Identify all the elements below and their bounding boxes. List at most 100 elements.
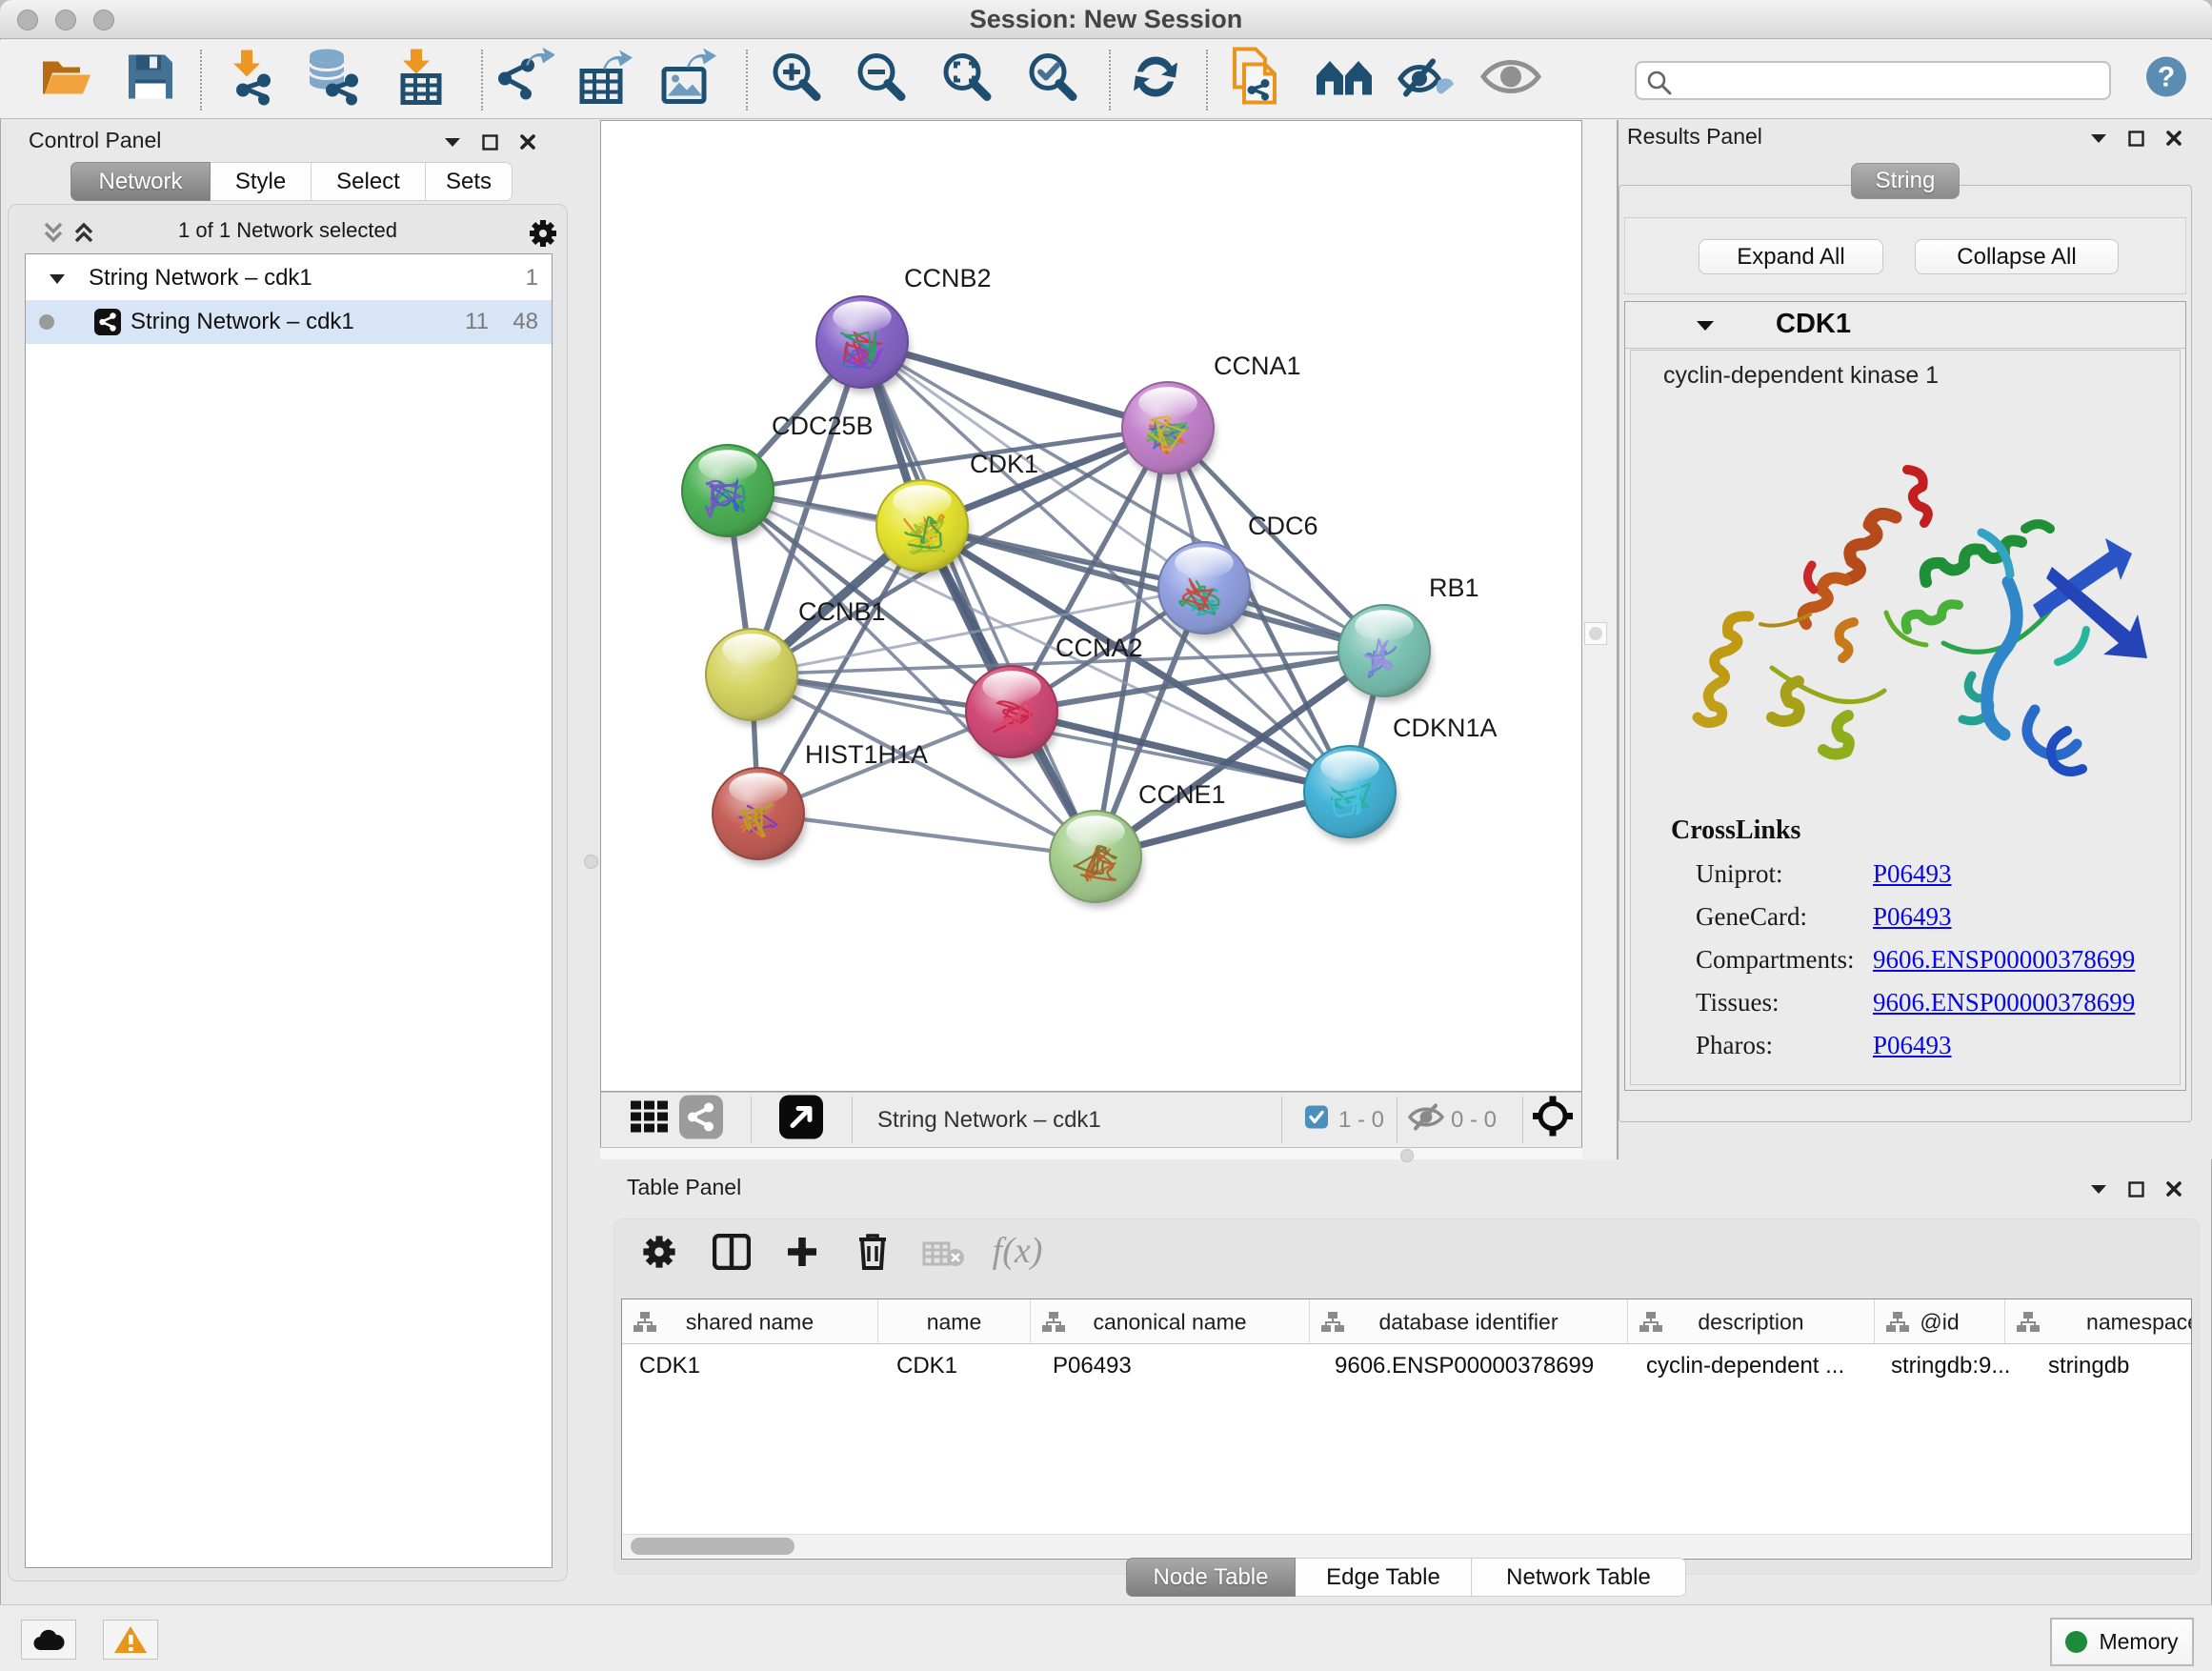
splitter-handle[interactable] [1584, 622, 1607, 645]
close-panel-icon[interactable] [2165, 1180, 2182, 1198]
save-session-icon[interactable] [125, 51, 176, 108]
birds-eye-view-icon[interactable] [1532, 1096, 1574, 1142]
delete-column-icon[interactable] [855, 1232, 890, 1277]
import-table-from-file-icon[interactable] [393, 48, 445, 111]
float-panel-icon[interactable] [2128, 1181, 2144, 1198]
search-input[interactable] [1679, 65, 2098, 96]
scrollbar-thumb[interactable] [631, 1538, 794, 1555]
float-panel-icon[interactable] [482, 134, 498, 151]
node-RB1[interactable]: RB1 [1338, 574, 1479, 702]
node-CCNA1[interactable]: CCNA1 [1122, 352, 1301, 479]
edge-CCNB2-CCNE1[interactable] [862, 342, 1096, 856]
table-cell-namespace[interactable]: stringdb [2048, 1344, 2191, 1387]
export-table-icon[interactable] [576, 49, 633, 111]
close-panel-icon[interactable] [2165, 130, 2182, 147]
tab-edge-table[interactable]: Edge Table [1296, 1558, 1472, 1597]
table-cell-canonical-name[interactable]: P06493 [1053, 1344, 1310, 1387]
column-header-database-identifier[interactable]: database identifier [1310, 1299, 1628, 1344]
hide-selected-icon[interactable] [1397, 52, 1458, 107]
tab-string[interactable]: String [1851, 163, 1960, 199]
node-CDKN1A[interactable]: CDKN1A [1304, 714, 1498, 843]
toolbar-divider [852, 1097, 853, 1143]
collapse-all-button[interactable]: Collapse All [1915, 239, 2119, 274]
table-settings-gear-icon[interactable] [641, 1234, 677, 1275]
splitter-handle[interactable] [584, 855, 598, 869]
gene-section-header[interactable]: CDK1 [1625, 302, 2185, 349]
edge-HIST1H1A-CCNE1[interactable] [758, 814, 1096, 856]
horizontal-scrollbar[interactable] [623, 1534, 2191, 1558]
show-all-icon[interactable] [1479, 56, 1542, 103]
tab-node-table[interactable]: Node Table [1126, 1558, 1296, 1597]
network-options-gear-icon[interactable] [528, 218, 558, 249]
column-header-label: @id [1875, 1309, 2004, 1335]
tab-select[interactable]: Select [312, 162, 426, 201]
open-file-icon[interactable] [39, 52, 94, 107]
table-row[interactable]: CDK1 CDK1 P06493 9606.ENSP00000378699 cyclin… [622, 1344, 2191, 1387]
node-label: CCNA2 [1056, 634, 1143, 662]
collapse-panel-icon[interactable] [2090, 1183, 2107, 1195]
network-collection-row[interactable]: String Network – cdk1 1 [26, 256, 552, 300]
network-edge-count: 48 [513, 309, 538, 335]
zoom-fit-icon[interactable] [939, 50, 995, 110]
table-cell--id[interactable]: stringdb:9... [1891, 1344, 2005, 1387]
zoom-in-icon[interactable] [769, 50, 824, 110]
column-header-shared-name[interactable]: shared name [622, 1299, 878, 1344]
split-table-icon[interactable] [713, 1234, 751, 1275]
tab-network-table[interactable]: Network Table [1472, 1558, 1686, 1597]
export-network-icon[interactable] [497, 49, 554, 111]
node-CCNB1[interactable]: CCNB1 [706, 597, 886, 726]
edge-CDK1-RB1[interactable] [922, 526, 1384, 651]
close-panel-icon[interactable] [519, 133, 536, 151]
help-icon[interactable]: ? [2144, 55, 2188, 104]
refresh-icon[interactable] [1128, 51, 1183, 108]
column-header-namespace[interactable]: namespace [2005, 1299, 2191, 1344]
table-cell-database-identifier[interactable]: 9606.ENSP00000378699 [1335, 1344, 1628, 1387]
copy-network-icon[interactable] [1229, 48, 1282, 111]
import-network-from-file-icon[interactable] [222, 49, 277, 111]
toolbar-divider [1109, 50, 1111, 111]
tab-network[interactable]: Network [70, 162, 211, 201]
collapse-panel-icon[interactable] [444, 136, 461, 148]
share-view-icon[interactable] [679, 1096, 723, 1144]
node-CCNE1[interactable]: CCNE1 [1050, 780, 1226, 908]
expand-all-button[interactable]: Expand All [1699, 239, 1883, 274]
float-panel-icon[interactable] [2128, 131, 2144, 147]
table-cell-shared-name[interactable]: CDK1 [639, 1344, 878, 1387]
memory-button[interactable]: Memory [2050, 1618, 2194, 1666]
collapse-gene-icon[interactable] [1696, 319, 1715, 332]
horizontal-splitter[interactable] [600, 1148, 1582, 1159]
table-cell-name[interactable]: CDK1 [896, 1344, 1031, 1387]
hidden-eye-icon[interactable] [1407, 1102, 1445, 1137]
zoom-out-icon[interactable] [854, 50, 909, 110]
column-header-description[interactable]: description [1628, 1299, 1875, 1344]
tab-style[interactable]: Style [211, 162, 312, 201]
column-header--id[interactable]: @id [1875, 1299, 2005, 1344]
table-cell-description[interactable]: cyclin-dependent ... [1646, 1344, 1875, 1387]
node-CDC25B[interactable]: CDC25B [682, 412, 874, 542]
collapse-panel-icon[interactable] [2090, 132, 2107, 144]
selected-nodes-checkbox-icon[interactable] [1305, 1106, 1328, 1134]
crosslink-link[interactable]: 9606.ENSP00000378699 [1873, 988, 2135, 1017]
network-row[interactable]: String Network – cdk1 11 48 [26, 300, 552, 344]
first-neighbors-icon[interactable] [1315, 53, 1376, 106]
cloud-button[interactable] [21, 1620, 76, 1660]
tab-sets[interactable]: Sets [426, 162, 513, 201]
crosslink-link[interactable]: P06493 [1873, 1031, 1952, 1060]
column-header-canonical-name[interactable]: canonical name [1031, 1299, 1310, 1344]
column-header-name[interactable]: name [878, 1299, 1031, 1344]
open-in-new-window-icon[interactable] [779, 1096, 823, 1144]
node-HIST1H1A[interactable]: HIST1H1A [713, 740, 928, 865]
crosslink-link[interactable]: 9606.ENSP00000378699 [1873, 945, 2135, 975]
warnings-button[interactable] [103, 1620, 158, 1660]
vertical-splitter[interactable] [1582, 120, 1617, 1159]
zoom-selected-icon[interactable] [1025, 50, 1080, 110]
network-canvas[interactable]: CCNB2CCNA1CDC25BCDK1CDC6RB1CCNB1CCNA2CDK… [600, 120, 1582, 1092]
network-list-header: 1 of 1 Network selected [9, 214, 567, 252]
import-network-from-database-icon[interactable] [302, 49, 361, 111]
add-column-icon[interactable] [784, 1234, 820, 1275]
export-image-icon[interactable] [658, 49, 717, 111]
grid-view-icon[interactable] [630, 1097, 670, 1142]
crosslink-link[interactable]: P06493 [1873, 902, 1952, 932]
crosslink-link[interactable]: P06493 [1873, 859, 1952, 889]
tree-expand-icon[interactable] [49, 273, 66, 285]
